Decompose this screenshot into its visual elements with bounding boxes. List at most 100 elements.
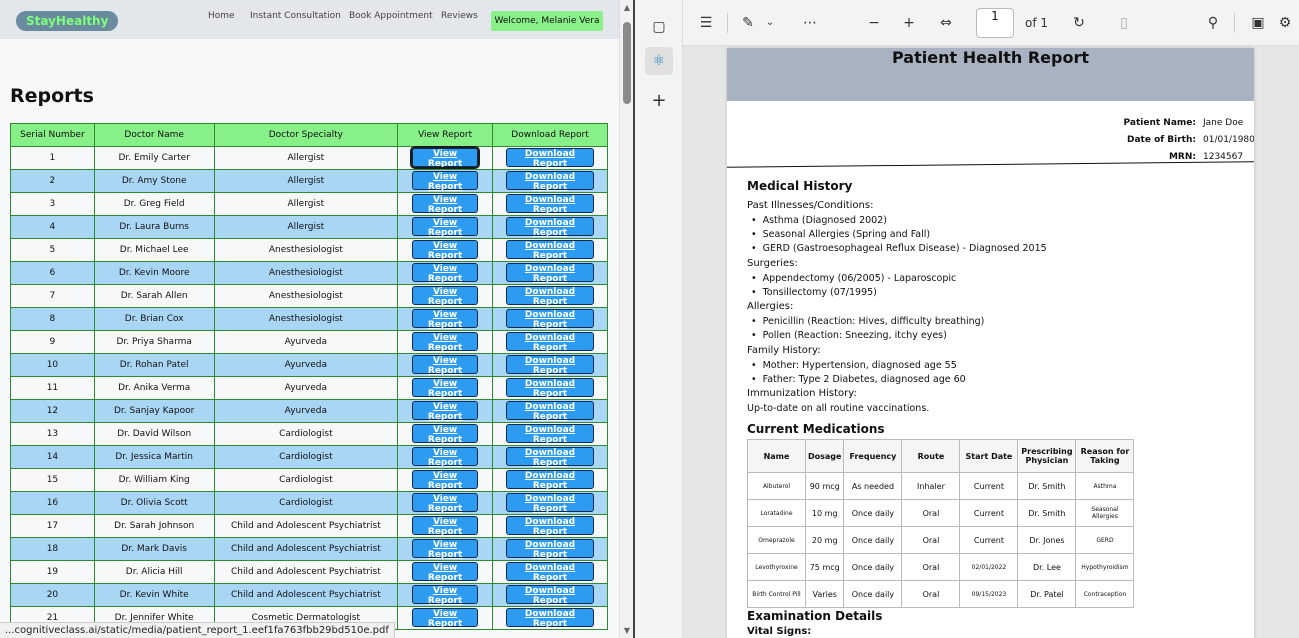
current-medications-title: Current Medications — [747, 422, 885, 436]
welcome-badge[interactable]: Welcome, Melanie Vera — [491, 11, 603, 31]
reports-table: Serial Number Doctor Name Doctor Special… — [10, 123, 608, 630]
download-report-cell: Download Report — [492, 537, 608, 561]
view-report-button[interactable]: View Report — [412, 400, 479, 422]
download-report-button[interactable]: Download Report — [506, 147, 595, 169]
page-title: Reports — [10, 85, 94, 107]
view-report-cell: View Report — [397, 491, 494, 515]
doctor-specialty-cell: Child and Adolescent Psychiatrist — [213, 560, 399, 584]
view-report-button[interactable]: View Report — [412, 607, 479, 629]
view-report-button[interactable]: View Report — [412, 492, 479, 514]
download-report-button[interactable]: Download Report — [506, 239, 595, 261]
meds-cell: Oral — [901, 526, 961, 554]
fit-width-icon[interactable]: ⇔ — [935, 12, 957, 34]
nav-reviews-link[interactable]: Reviews — [441, 11, 478, 21]
download-report-button[interactable]: Download Report — [506, 538, 595, 560]
table-row: 11 Dr. Anika Verma Ayurveda View Report Down… — [10, 376, 608, 400]
patient-info: Patient Name: Jane Doe Date of Birth: 01/0… — [1047, 115, 1254, 166]
view-report-button[interactable]: View Report — [412, 216, 479, 238]
contents-icon[interactable]: ☰ — [695, 12, 717, 34]
download-report-button[interactable]: Download Report — [506, 193, 595, 215]
table-row: 7 Dr. Sarah Allen Anesthesiologist View Rep… — [10, 284, 608, 308]
view-report-button[interactable]: View Report — [412, 285, 479, 307]
view-report-button[interactable]: View Report — [412, 239, 479, 261]
meds-cell: Current — [959, 472, 1019, 500]
settings-icon[interactable]: ⚙ — [1275, 12, 1295, 34]
meds-cell: As needed — [843, 472, 903, 500]
vital-signs-title: Vital Signs: — [747, 626, 812, 637]
download-report-button[interactable]: Download Report — [506, 285, 595, 307]
download-report-button[interactable]: Download Report — [506, 331, 595, 353]
view-report-button[interactable]: View Report — [410, 145, 481, 169]
brand-logo[interactable]: StayHealthy — [16, 11, 119, 31]
rotate-icon[interactable]: ↻ — [1068, 12, 1090, 34]
meds-cell: Oral — [901, 553, 961, 581]
view-report-button[interactable]: View Report — [412, 423, 479, 445]
zoom-in-icon[interactable]: + — [898, 12, 920, 34]
doctor-name-cell: Dr. Mark Davis — [93, 537, 215, 561]
nav-home-link[interactable]: Home — [208, 11, 235, 21]
download-report-button[interactable]: Download Report — [506, 607, 595, 629]
download-report-button[interactable]: Download Report — [506, 492, 595, 514]
download-report-cell: Download Report — [492, 514, 608, 538]
download-report-button[interactable]: Download Report — [506, 423, 595, 445]
past-illnesses-title: Past Illnesses/Conditions: — [747, 200, 874, 211]
chevron-down-icon[interactable]: ⌄ — [763, 12, 777, 34]
download-report-button[interactable]: Download Report — [506, 469, 595, 491]
view-report-button[interactable]: View Report — [412, 584, 479, 606]
view-report-button[interactable]: View Report — [412, 515, 479, 537]
two-page-icon[interactable]: ▯ — [1113, 12, 1135, 34]
meds-cell: 90 mcg — [804, 472, 845, 500]
view-report-button[interactable]: View Report — [412, 331, 479, 353]
doctor-name-cell: Dr. Kevin Moore — [93, 261, 215, 285]
view-report-button[interactable]: View Report — [412, 262, 479, 284]
page-number-input[interactable]: 1 — [976, 8, 1014, 38]
download-report-button[interactable]: Download Report — [506, 308, 595, 330]
nav-book-appointment-link[interactable]: Book Appointment — [349, 11, 433, 21]
view-report-button[interactable]: View Report — [412, 446, 479, 468]
download-report-button[interactable]: Download Report — [506, 170, 595, 192]
view-report-button[interactable]: View Report — [412, 170, 479, 192]
view-report-button[interactable]: View Report — [412, 193, 479, 215]
scroll-up-icon[interactable]: ▲ — [622, 3, 632, 13]
table-row: 1 Dr. Emily Carter Allergist View Report Dow… — [10, 145, 608, 170]
doctor-specialty-cell: Ayurveda — [213, 399, 399, 423]
vertical-scrollbar[interactable]: ▲ ▼ — [619, 0, 633, 638]
add-tab-icon[interactable]: + — [645, 87, 673, 115]
zoom-out-icon[interactable]: − — [863, 12, 885, 34]
download-report-button[interactable]: Download Report — [506, 354, 595, 376]
meds-cell: Once daily — [843, 580, 903, 608]
view-report-button[interactable]: View Report — [412, 538, 479, 560]
download-report-button[interactable]: Download Report — [506, 515, 595, 537]
doctor-specialty-cell: Anesthesiologist — [213, 261, 399, 285]
download-report-cell: Download Report — [492, 307, 608, 331]
doctor-name-cell: Dr. Priya Sharma — [93, 330, 215, 354]
view-report-button[interactable]: View Report — [412, 561, 479, 583]
sidebar-toggle-icon[interactable]: ▢ — [645, 13, 673, 41]
serial-cell: 3 — [10, 192, 95, 216]
save-icon[interactable]: ▣ — [1247, 12, 1269, 34]
meds-cell: Varies — [804, 580, 845, 608]
meds-cell: Oral — [901, 499, 961, 527]
doctor-name-cell: Dr. William King — [93, 468, 215, 492]
view-report-button[interactable]: View Report — [412, 469, 479, 491]
download-report-button[interactable]: Download Report — [506, 400, 595, 422]
download-report-button[interactable]: Download Report — [506, 561, 595, 583]
download-report-button[interactable]: Download Report — [506, 377, 595, 399]
scroll-down-icon[interactable]: ▼ — [622, 626, 632, 636]
scrollbar-thumb[interactable] — [623, 22, 631, 104]
download-report-button[interactable]: Download Report — [506, 262, 595, 284]
draw-icon[interactable]: ✎ — [737, 12, 759, 34]
list-item: Asthma (Diagnosed 2002) — [751, 215, 887, 226]
view-report-button[interactable]: View Report — [412, 354, 479, 376]
nav-instant-consultation-link[interactable]: Instant Consultation — [250, 11, 341, 21]
download-report-button[interactable]: Download Report — [506, 446, 595, 468]
more-icon[interactable]: ⋯ — [799, 12, 821, 34]
search-icon[interactable]: ⚲ — [1202, 12, 1224, 34]
view-report-button[interactable]: View Report — [412, 377, 479, 399]
react-tab-icon[interactable]: ⚛ — [645, 47, 673, 75]
meds-cell: Albuterol — [747, 472, 806, 500]
table-row: 15 Dr. William King Cardiologist View Repor… — [10, 468, 608, 492]
view-report-button[interactable]: View Report — [412, 308, 479, 330]
download-report-button[interactable]: Download Report — [506, 216, 595, 238]
download-report-button[interactable]: Download Report — [506, 584, 595, 606]
